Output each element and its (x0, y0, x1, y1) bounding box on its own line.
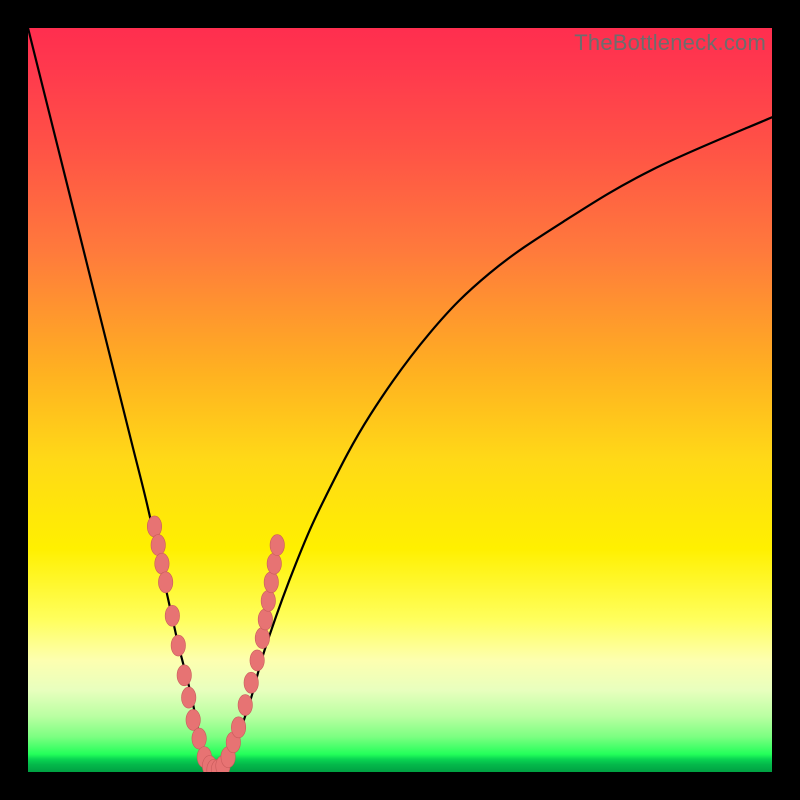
curve-marker (244, 672, 258, 693)
watermark-text: TheBottleneck.com (574, 30, 766, 56)
curve-markers (147, 516, 284, 772)
curve-marker (186, 709, 200, 730)
curve-marker (158, 572, 172, 593)
curve-marker (231, 717, 245, 738)
curve-marker (270, 535, 284, 556)
curve-marker (151, 535, 165, 556)
curve-marker (147, 516, 161, 537)
curve-marker (165, 605, 179, 626)
curve-marker (264, 572, 278, 593)
curve-marker (238, 695, 252, 716)
curve-marker (261, 590, 275, 611)
curve-marker (255, 628, 269, 649)
curve-marker (250, 650, 264, 671)
curve-marker (182, 687, 196, 708)
plot-svg (28, 28, 772, 772)
plot-frame: TheBottleneck.com (28, 28, 772, 772)
curve-marker (258, 609, 272, 630)
curve-marker (177, 665, 191, 686)
curve-marker (155, 553, 169, 574)
bottleneck-curve (28, 28, 772, 772)
curve-marker (267, 553, 281, 574)
curve-marker (171, 635, 185, 656)
curve-marker (192, 728, 206, 749)
